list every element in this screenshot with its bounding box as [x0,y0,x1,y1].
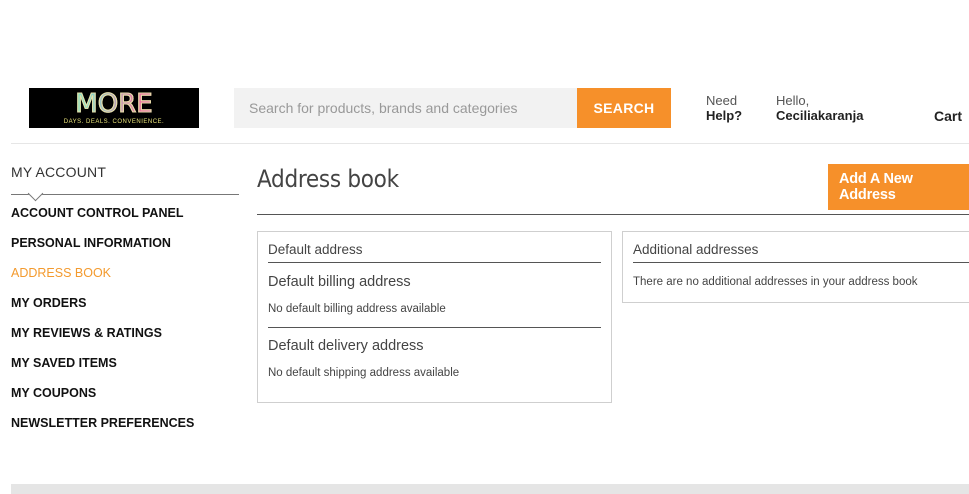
account-greeting: Hello, [776,93,810,108]
help-line2: Help? [706,108,743,123]
default-address-heading: Default address [268,242,601,263]
header-divider [11,143,969,144]
delivery-address-title: Default delivery address [268,338,424,354]
additional-addresses-panel: Additional addresses There are no additi… [622,231,969,303]
account-menu[interactable]: Hello, Ceciliakaranja [776,93,863,123]
billing-address-text: No default billing address available [268,303,446,315]
logo-tagline: DAYS. DEALS. CONVENIENCE. [63,119,165,125]
title-divider [257,214,969,215]
add-new-address-button[interactable]: Add A New Address [828,164,969,210]
default-address-panel: Default address Default billing address … [257,231,612,403]
footer-bar [11,484,969,494]
sidebar-nav: ACCOUNT CONTROL PANEL PERSONAL INFORMATI… [11,205,194,445]
help-line1: Need [706,93,738,108]
sidebar-pointer-icon [27,185,44,202]
sidebar-item-account-control-panel[interactable]: ACCOUNT CONTROL PANEL [11,205,194,235]
search-button[interactable]: SEARCH [577,88,671,128]
sidebar-item-reviews-ratings[interactable]: MY REVIEWS & RATINGS [11,325,194,355]
billing-address-title: Default billing address [268,274,411,290]
sidebar-item-my-orders[interactable]: MY ORDERS [11,295,194,325]
sidebar-divider [11,194,239,195]
sidebar-item-coupons[interactable]: MY COUPONS [11,385,194,415]
site-logo[interactable]: MORE DAYS. DEALS. CONVENIENCE. [29,88,199,128]
additional-addresses-text: There are no additional addresses in you… [633,276,918,288]
cart-link[interactable]: Cart [934,108,962,124]
help-link[interactable]: Need Help? [706,93,742,123]
address-divider [268,327,601,328]
additional-addresses-heading: Additional addresses [633,242,969,263]
account-username: Ceciliakaranja [776,108,864,123]
sidebar-item-newsletter-preferences[interactable]: NEWSLETTER PREFERENCES [11,415,194,445]
logo-wordmark: MORE [29,88,199,119]
sidebar-item-address-book[interactable]: ADDRESS BOOK [11,265,194,295]
sidebar-item-saved-items[interactable]: MY SAVED ITEMS [11,355,194,385]
sidebar-title: MY ACCOUNT [11,164,107,180]
page-title: Address book [257,165,399,193]
delivery-address-text: No default shipping address available [268,367,460,379]
sidebar-item-personal-information[interactable]: PERSONAL INFORMATION [11,235,194,265]
search-input[interactable] [234,88,577,128]
